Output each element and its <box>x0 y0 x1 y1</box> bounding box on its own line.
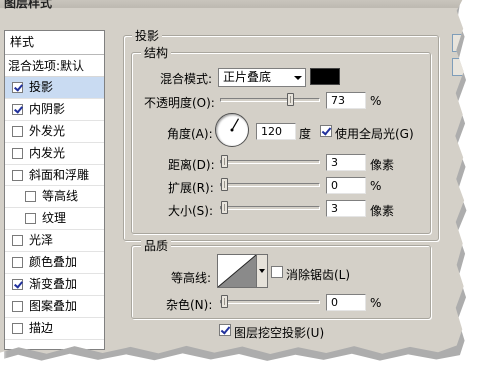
noise-slider-thumb[interactable] <box>221 295 228 308</box>
distance-input[interactable]: 3 <box>326 154 366 171</box>
title-bar: 图层样式 <box>0 0 465 10</box>
angle-label: 角度(A): <box>167 127 213 141</box>
shadow-color-swatch[interactable] <box>310 68 340 85</box>
anti-alias-checkbox[interactable] <box>271 266 283 278</box>
angle-dial-needle <box>230 118 240 132</box>
style-item-checkbox[interactable] <box>12 103 23 115</box>
noise-slider[interactable] <box>220 295 320 308</box>
blending-options-item[interactable]: 混合选项:默认 <box>5 55 104 77</box>
style-item-label: 内发光 <box>29 145 66 160</box>
style-item[interactable]: 描边 <box>5 318 104 340</box>
layer-style-dialog: 图层样式 样式 混合选项:默认 投影内阴影外发光内发光斜面和浮雕等高线纹理光泽颜… <box>0 0 465 355</box>
size-unit: 像素 <box>370 204 395 218</box>
opacity-label: 不透明度(O): <box>144 96 215 110</box>
use-global-light-label[interactable]: 使用全局光(G) <box>335 125 414 142</box>
spread-input[interactable]: 0 <box>326 177 366 194</box>
distance-slider-thumb[interactable] <box>221 155 228 168</box>
blend-mode-label: 混合模式: <box>160 72 213 86</box>
style-item[interactable]: 图案叠加 <box>5 296 104 318</box>
contour-curve-icon <box>217 254 257 288</box>
contour-label: 等高线: <box>171 271 212 285</box>
noise-label: 杂色(N): <box>166 298 213 312</box>
size-label: 大小(S): <box>168 204 214 218</box>
style-item[interactable]: 内阴影 <box>5 99 104 121</box>
angle-dial[interactable] <box>215 113 249 147</box>
style-item-label: 等高线 <box>42 189 79 204</box>
style-item[interactable]: 等高线 <box>5 186 104 209</box>
size-input[interactable]: 3 <box>326 200 366 217</box>
knockout-checkbox[interactable] <box>219 324 231 336</box>
cancel-button-edge[interactable] <box>452 58 465 76</box>
style-item[interactable]: 光泽 <box>5 230 104 253</box>
style-item-checkbox[interactable] <box>12 82 23 93</box>
anti-alias-label[interactable]: 消除锯齿(L) <box>286 266 350 283</box>
drop-shadow-panel: 投影 结构 混合模式: 正片叠底 不透明度(O): 73 % 角度(A): 12… <box>123 27 441 346</box>
style-item-checkbox[interactable] <box>12 169 23 181</box>
opacity-input[interactable]: 73 <box>326 92 366 109</box>
style-item-checkbox[interactable] <box>25 213 36 225</box>
knockout-label[interactable]: 图层挖空投影(U) <box>234 324 324 341</box>
opacity-slider[interactable] <box>220 93 320 106</box>
angle-unit: 度 <box>299 127 312 141</box>
spread-slider-thumb[interactable] <box>221 178 228 191</box>
style-item[interactable]: 投影 <box>5 77 104 99</box>
size-slider-thumb[interactable] <box>221 201 228 214</box>
style-item-label: 颜色叠加 <box>29 255 78 270</box>
style-item[interactable]: 斜面和浮雕 <box>5 165 104 187</box>
style-item-label: 光泽 <box>29 233 54 248</box>
style-item[interactable]: 内发光 <box>5 143 104 165</box>
style-item[interactable]: 纹理 <box>5 208 104 231</box>
style-item-checkbox[interactable] <box>12 300 23 312</box>
layer-style-dialog-screenshot: 图层样式 样式 混合选项:默认 投影内阴影外发光内发光斜面和浮雕等高线纹理光泽颜… <box>0 0 481 375</box>
style-item-label: 内阴影 <box>29 101 66 116</box>
style-item-label: 纹理 <box>42 211 67 226</box>
distance-unit: 像素 <box>370 158 395 172</box>
style-item-label: 斜面和浮雕 <box>29 167 90 182</box>
style-item-label: 图案叠加 <box>29 298 78 313</box>
contour-picker[interactable] <box>217 254 257 288</box>
style-item-label: 描边 <box>29 320 54 335</box>
style-item-checkbox[interactable] <box>12 279 23 291</box>
drop-shadow-title: 投影 <box>132 27 163 44</box>
spread-slider[interactable] <box>220 178 320 191</box>
style-item-checkbox[interactable] <box>12 322 23 334</box>
distance-slider[interactable] <box>220 155 320 168</box>
style-item-checkbox[interactable] <box>12 147 23 159</box>
style-item-checkbox[interactable] <box>12 125 23 137</box>
distance-label: 距离(D): <box>168 158 215 172</box>
window-title: 图层样式 <box>4 0 53 10</box>
opacity-unit: % <box>370 94 382 108</box>
blend-mode-value: 正片叠底 <box>223 70 272 84</box>
style-item[interactable]: 颜色叠加 <box>5 252 104 275</box>
styles-header[interactable]: 样式 <box>5 31 104 55</box>
spread-unit: % <box>370 179 382 193</box>
style-item[interactable]: 渐变叠加 <box>5 274 104 296</box>
angle-input[interactable]: 120 <box>256 123 296 140</box>
quality-title: 品质 <box>141 237 172 254</box>
style-item-checkbox[interactable] <box>12 235 23 247</box>
chevron-down-icon <box>294 76 302 80</box>
noise-input[interactable]: 0 <box>326 294 366 311</box>
style-item-checkbox[interactable] <box>25 191 36 203</box>
style-item-checkbox[interactable] <box>12 257 23 269</box>
style-item-label: 投影 <box>29 80 54 94</box>
style-list: 样式 混合选项:默认 投影内阴影外发光内发光斜面和浮雕等高线纹理光泽颜色叠加渐变… <box>4 30 105 350</box>
structure-title: 结构 <box>141 44 172 61</box>
size-slider[interactable] <box>220 201 320 214</box>
style-item[interactable]: 外发光 <box>5 121 104 143</box>
blend-mode-select[interactable]: 正片叠底 <box>218 68 306 87</box>
noise-unit: % <box>370 296 382 310</box>
spread-label: 扩展(R): <box>168 181 214 195</box>
contour-dropdown-button[interactable] <box>257 254 268 288</box>
opacity-slider-thumb[interactable] <box>287 93 295 106</box>
style-item-label: 外发光 <box>29 123 66 138</box>
style-item-label: 渐变叠加 <box>29 277 78 292</box>
use-global-light-checkbox[interactable] <box>320 125 332 137</box>
